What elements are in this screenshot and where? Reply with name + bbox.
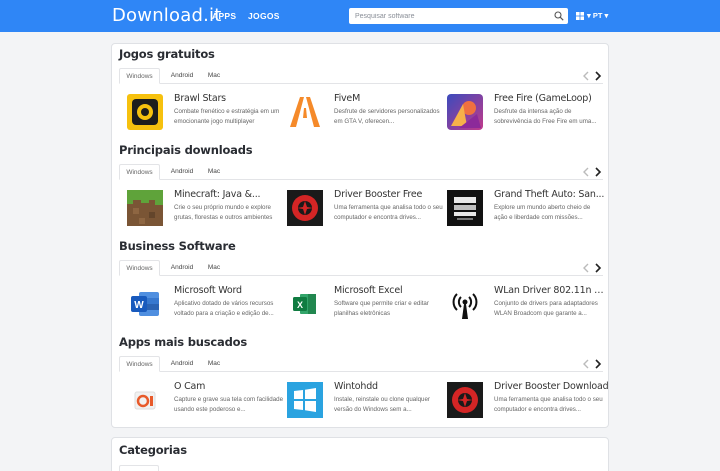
app-card[interactable]: W Microsoft Word Aplicativo dotado de vá… [127,282,287,328]
section-principais-downloads: Principais downloads Windows Android Mac [112,140,608,236]
language-selector[interactable]: ▾ PT ▾ [587,11,608,20]
excel-icon: X [287,286,323,322]
app-name: Microsoft Word [174,285,242,296]
app-card[interactable]: Wintohdd Instale, reinstale ou clone qua… [287,378,447,424]
app-name: O Cam [174,381,206,392]
software-lists-card: Jogos gratuitos Windows Android Mac Braw… [111,43,609,428]
chevron-right-icon[interactable] [594,359,602,369]
wintohdd-icon [287,382,323,418]
app-name: Free Fire (GameLoop) [494,93,592,104]
platform-tabs: Windows Android Mac [119,68,603,84]
platform-tabs: Windows Android Mac [119,164,603,180]
app-card[interactable]: WLan Driver 802.11n Rel... Conjunto de d… [447,282,609,328]
chevron-right-icon[interactable] [594,167,602,177]
app-card[interactable]: Minecraft: Java &... Crie o seu próprio … [127,186,287,232]
search-input[interactable] [355,8,545,24]
app-name: Microsoft Excel [334,285,403,296]
driver-booster-icon [447,382,483,418]
chevron-left-icon[interactable] [582,71,590,81]
app-name: Driver Booster Download [494,381,609,392]
chevron-right-icon[interactable] [594,263,602,273]
section-title: Business Software [119,239,236,253]
categories-tab[interactable] [119,465,159,471]
tab-mac[interactable]: Mac [204,68,224,84]
chevron-left-icon[interactable] [582,167,590,177]
platform-tabs: Windows Android Mac [119,260,603,276]
wlan-antenna-icon [447,286,483,322]
minecraft-icon [127,190,163,226]
app-name: WLan Driver 802.11n Rel... [494,285,609,296]
app-description: Desfrute de servidores personalizados em… [334,108,440,125]
app-description: Aplicativo dotado de vários recursos vol… [174,300,274,317]
site-logo[interactable]: Download.it [112,5,221,26]
tab-windows[interactable]: Windows [119,260,160,276]
tab-android[interactable]: Android [168,356,196,372]
categories-card: Categorias [111,437,609,471]
app-card[interactable]: O Cam Capture e grave sua tela com facil… [127,378,287,424]
app-description: Crie o seu próprio mundo e explore gruta… [174,204,273,221]
nav-apps-link[interactable]: APPS [212,11,236,21]
tab-android[interactable]: Android [168,260,196,276]
app-card[interactable]: Grand Theft Auto: San... Explore um mund… [447,186,607,232]
section-title: Apps mais buscados [119,335,247,349]
app-name: Grand Theft Auto: San... [494,189,605,200]
chevron-left-icon[interactable] [582,359,590,369]
chevron-right-icon[interactable] [594,71,602,81]
categories-title: Categorias [119,443,187,457]
chevron-left-icon[interactable] [582,263,590,273]
driver-booster-icon [287,190,323,226]
app-name: Minecraft: Java &... [174,189,261,200]
app-card[interactable]: Driver Booster Free Uma ferramenta que a… [287,186,447,232]
word-icon: W [127,286,163,322]
tab-mac[interactable]: Mac [204,356,224,372]
chevron-down-icon: ▾ [587,11,591,20]
app-description: Combate frenético e estratégia em um emo… [174,108,280,125]
app-card[interactable]: X Microsoft Excel Software que permite c… [287,282,447,328]
tab-mac[interactable]: Mac [204,164,224,180]
platform-tabs: Windows Android Mac [119,356,603,372]
svg-text:W: W [134,300,144,311]
search-box [349,8,568,24]
section-business-software: Business Software Windows Android Mac W [112,236,609,332]
app-name: Brawl Stars [174,93,226,104]
tab-mac[interactable]: Mac [204,260,224,276]
app-description: Capture e grave sua tela com facilidade … [174,396,284,413]
tab-android[interactable]: Android [168,164,196,180]
tab-windows[interactable]: Windows [119,356,160,372]
gta-san-andreas-icon [447,190,483,226]
app-description: Instale, reinstale ou clone qualquer ver… [334,396,430,413]
app-description: Desfrute da intensa ação de sobrevivênci… [494,108,597,125]
nav-jogos-link[interactable]: JOGOS [248,11,280,21]
section-jogos-gratuitos: Jogos gratuitos Windows Android Mac Braw… [112,44,608,140]
free-fire-icon [447,94,483,130]
app-card[interactable]: Driver Booster Download Uma ferramenta q… [447,378,609,424]
app-card[interactable]: Free Fire (GameLoop) Desfrute da intensa… [447,90,607,136]
language-code: PT [592,11,603,20]
chevron-down-icon: ▾ [604,11,609,20]
app-name: FiveM [334,93,361,104]
windows-platform-icon[interactable] [576,12,584,20]
tab-android[interactable]: Android [168,68,196,84]
app-description: Conjunto de drivers para adaptadores WLA… [494,300,598,317]
app-name: Driver Booster Free [334,189,423,200]
app-description: Software que permite criar e editar plan… [334,300,429,317]
app-description: Uma ferramenta que analisa todo o seu co… [494,396,603,413]
search-icon[interactable] [554,11,564,21]
svg-text:X: X [297,300,303,310]
brawl-stars-icon [127,94,163,130]
app-card[interactable]: FiveM Desfrute de servidores personaliza… [287,90,447,136]
ocam-icon [127,382,163,418]
fivem-icon [287,94,323,130]
section-title: Jogos gratuitos [119,47,215,61]
tab-windows[interactable]: Windows [119,164,160,180]
app-name: Wintohdd [334,381,378,392]
section-apps-mais-buscados: Apps mais buscados Windows Android Mac O… [112,332,609,428]
section-title: Principais downloads [119,143,253,157]
app-description: Uma ferramenta que analisa todo o seu co… [334,204,443,221]
tab-windows[interactable]: Windows [119,68,160,84]
app-description: Explore um mundo aberto cheio de ação e … [494,204,591,221]
app-card[interactable]: Brawl Stars Combate frenético e estratég… [127,90,287,136]
top-navbar: Download.it APPS JOGOS ▾ PT ▾ [0,0,720,32]
